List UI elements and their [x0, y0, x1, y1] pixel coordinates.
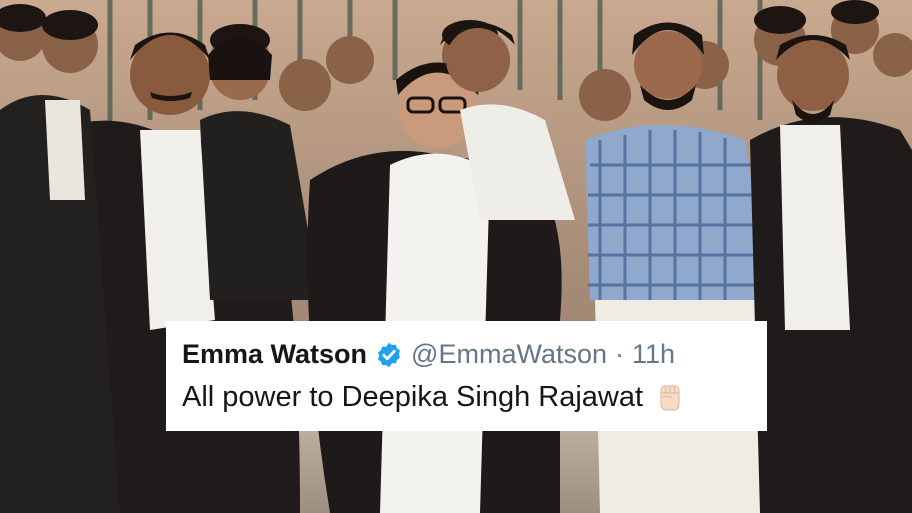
verified-badge-icon [375, 341, 403, 369]
tweet-body: All power to Deepika Singh Rajawat [182, 380, 751, 414]
background-photo [0, 0, 912, 513]
separator-dot: · [615, 339, 624, 369]
tweet-author-name[interactable]: Emma Watson [182, 339, 367, 370]
tweet-header: Emma Watson @EmmaWatson · 11h [182, 339, 751, 370]
tweet-card: Emma Watson @EmmaWatson · 11h All power … [166, 321, 767, 431]
tweet-timestamp[interactable]: 11h [632, 339, 675, 370]
raised-fist-icon [653, 380, 687, 414]
tweet-text: All power to Deepika Singh Rajawat [182, 380, 644, 413]
tweet-handle[interactable]: @EmmaWatson [411, 339, 607, 370]
